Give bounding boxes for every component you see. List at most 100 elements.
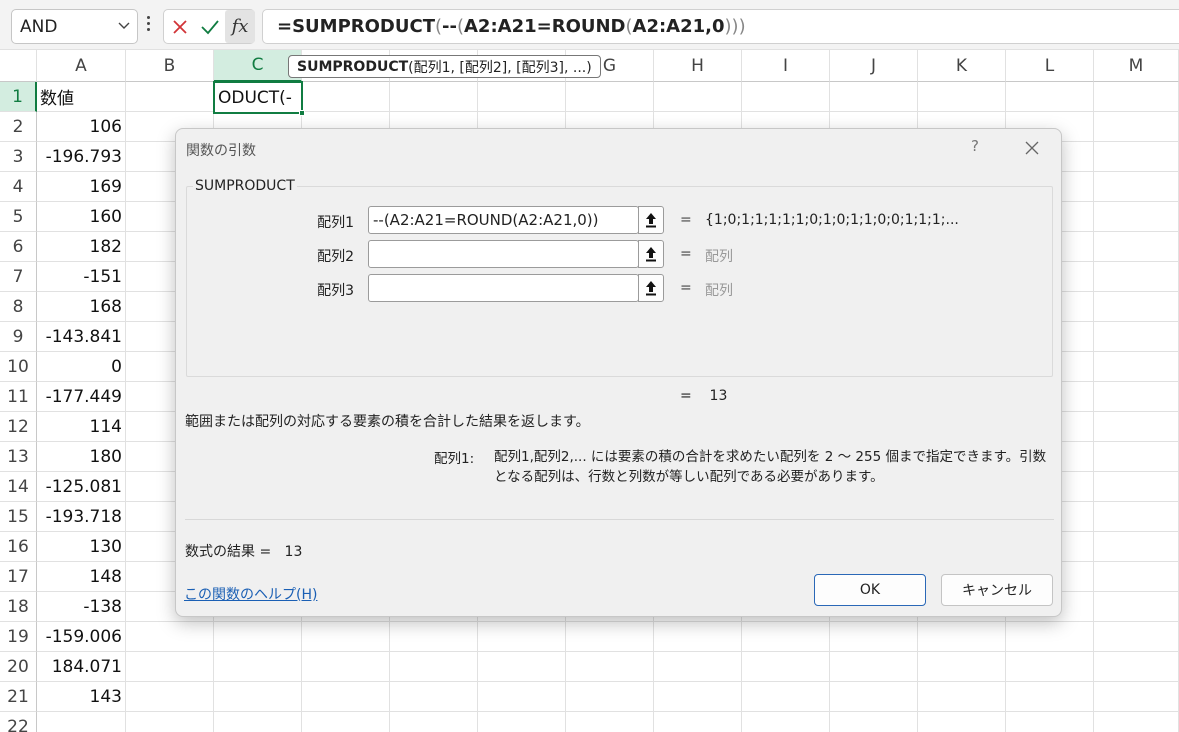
cell-f20[interactable] [478,652,566,682]
cell-b22[interactable] [126,712,214,732]
cell-d19[interactable] [302,622,390,652]
cell-k20[interactable] [918,652,1006,682]
cell-e22[interactable] [390,712,478,732]
active-cell-c1[interactable]: ODUCT(- [213,81,305,116]
cell-m15[interactable] [1094,502,1179,532]
column-header-h[interactable]: H [654,50,742,82]
row-header-12[interactable]: 12 [0,412,37,442]
cell-b19[interactable] [126,622,214,652]
cell-j20[interactable] [830,652,918,682]
row-header-3[interactable]: 3 [0,142,37,172]
cell-i19[interactable] [742,622,830,652]
row-header-19[interactable]: 19 [0,622,37,652]
row-header-6[interactable]: 6 [0,232,37,262]
cell-e19[interactable] [390,622,478,652]
more-options-icon[interactable] [146,16,152,36]
collapse-dialog-button-array3[interactable] [638,274,664,302]
cell-j19[interactable] [830,622,918,652]
cell-l20[interactable] [1006,652,1094,682]
cell-a20[interactable]: 184.071 [37,652,126,682]
row-header-14[interactable]: 14 [0,472,37,502]
cell-a1[interactable]: 数値 [37,82,126,112]
column-header-m[interactable]: M [1094,50,1179,82]
chevron-down-icon[interactable] [117,18,131,32]
cell-a7[interactable]: -151 [37,262,126,292]
cell-i22[interactable] [742,712,830,732]
cell-m11[interactable] [1094,382,1179,412]
cell-a16[interactable]: 130 [37,532,126,562]
cell-a22[interactable] [37,712,126,732]
function-help-link[interactable]: この関数のヘルプ(H) [184,584,317,604]
cell-k22[interactable] [918,712,1006,732]
row-header-17[interactable]: 17 [0,562,37,592]
arg-input-array1[interactable]: --(A2:A21=ROUND(A2:A21,0)) [368,206,639,234]
cell-f19[interactable] [478,622,566,652]
cell-g21[interactable] [566,682,654,712]
cell-m22[interactable] [1094,712,1179,732]
cell-a14[interactable]: -125.081 [37,472,126,502]
cell-a6[interactable]: 182 [37,232,126,262]
cell-a12[interactable]: 114 [37,412,126,442]
cell-j21[interactable] [830,682,918,712]
cell-m3[interactable] [1094,142,1179,172]
cell-g22[interactable] [566,712,654,732]
cell-i20[interactable] [742,652,830,682]
cell-h19[interactable] [654,622,742,652]
cell-k21[interactable] [918,682,1006,712]
cell-f22[interactable] [478,712,566,732]
row-header-9[interactable]: 9 [0,322,37,352]
row-header-7[interactable]: 7 [0,262,37,292]
cell-k19[interactable] [918,622,1006,652]
collapse-dialog-button-array1[interactable] [638,206,664,234]
row-header-16[interactable]: 16 [0,532,37,562]
column-header-b[interactable]: B [126,50,214,82]
cell-a8[interactable]: 168 [37,292,126,322]
row-header-20[interactable]: 20 [0,652,37,682]
cell-m5[interactable] [1094,202,1179,232]
column-header-j[interactable]: J [830,50,918,82]
confirm-entry-button[interactable] [195,10,225,43]
cell-j22[interactable] [830,712,918,732]
cell-a15[interactable]: -193.718 [37,502,126,532]
cell-e21[interactable] [390,682,478,712]
row-header-10[interactable]: 10 [0,352,37,382]
cancel-button[interactable]: キャンセル [941,574,1053,606]
cell-l1[interactable] [1006,82,1094,112]
cell-m20[interactable] [1094,652,1179,682]
cell-m4[interactable] [1094,172,1179,202]
cell-c20[interactable] [214,652,302,682]
help-button[interactable]: ? [971,137,979,155]
cell-k1[interactable] [918,82,1006,112]
column-header-i[interactable]: I [742,50,830,82]
cell-m2[interactable] [1094,112,1179,142]
cell-a13[interactable]: 180 [37,442,126,472]
cell-m10[interactable] [1094,352,1179,382]
cell-i1[interactable] [742,82,830,112]
cell-m7[interactable] [1094,262,1179,292]
cell-m16[interactable] [1094,532,1179,562]
row-header-11[interactable]: 11 [0,382,37,412]
cell-m21[interactable] [1094,682,1179,712]
cell-a9[interactable]: -143.841 [37,322,126,352]
cell-a3[interactable]: -196.793 [37,142,126,172]
cell-h20[interactable] [654,652,742,682]
cell-m6[interactable] [1094,232,1179,262]
row-header-5[interactable]: 5 [0,202,37,232]
cell-c19[interactable] [214,622,302,652]
cell-f1[interactable] [478,82,566,112]
cell-b21[interactable] [126,682,214,712]
cancel-entry-button[interactable] [165,10,195,43]
cell-j1[interactable] [830,82,918,112]
tooltip-function-name[interactable]: SUMPRODUCT [297,59,408,75]
arg-input-array3[interactable] [368,274,639,302]
cell-m1[interactable] [1094,82,1179,112]
cell-a18[interactable]: -138 [37,592,126,622]
row-header-2[interactable]: 2 [0,112,37,142]
cell-a4[interactable]: 169 [37,172,126,202]
cell-m18[interactable] [1094,592,1179,622]
cell-a17[interactable]: 148 [37,562,126,592]
cell-g20[interactable] [566,652,654,682]
row-header-18[interactable]: 18 [0,592,37,622]
cell-h22[interactable] [654,712,742,732]
cell-l21[interactable] [1006,682,1094,712]
